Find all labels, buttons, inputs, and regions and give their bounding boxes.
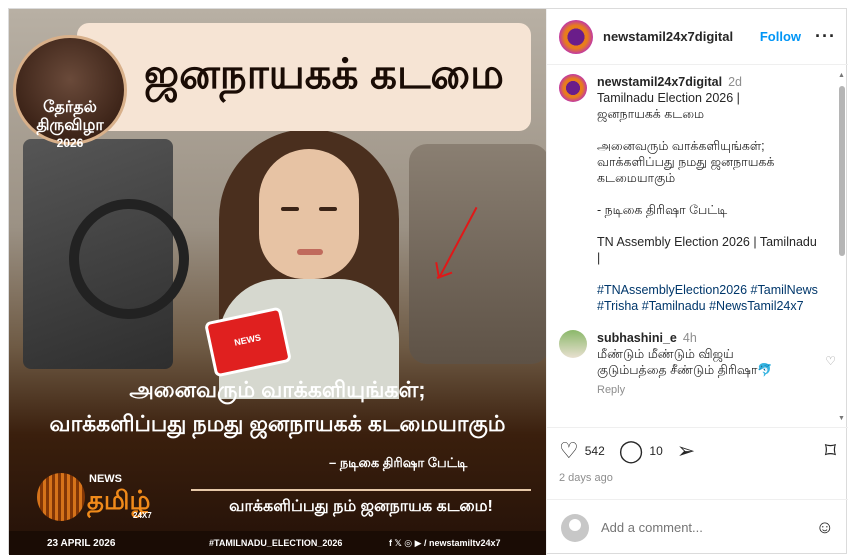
comment-input[interactable] xyxy=(601,520,816,535)
comment-icon[interactable]: ◯ xyxy=(619,440,644,462)
steering-wheel xyxy=(69,199,189,319)
news-tamil-logo: NEWS தமிழ் 24X7 xyxy=(37,469,177,525)
scrollbar[interactable]: ▲ ▼ xyxy=(838,72,846,422)
comment-count: 10 xyxy=(649,444,663,458)
quote-line-2: வாக்களிப்பது நமது ஜனநாயகக் கடமையாகும் xyxy=(49,411,506,436)
image-footer: 23 APRIL 2026 #TAMILNADU_ELECTION_2026 f… xyxy=(9,531,546,555)
bookmark-icon[interactable]: ⌑ xyxy=(825,440,836,462)
scroll-down-icon[interactable]: ▼ xyxy=(838,415,845,422)
reply-button[interactable]: Reply xyxy=(597,382,803,398)
post-age: 2 days ago xyxy=(559,472,613,484)
quote-line-1: அனைவரும் வாக்களியுங்கள்; xyxy=(129,377,426,402)
caption-hashtags[interactable]: #TNAssemblyElection2026 #TamilNews #Tris… xyxy=(597,282,823,314)
follow-button[interactable]: Follow xyxy=(760,29,801,44)
post-dialog: NEWS ஜனநாயகக் கடமை தேர்தல் திருவிழா 2026… xyxy=(8,8,848,555)
like-count[interactable]: 542 xyxy=(585,444,605,458)
caption-avatar[interactable] xyxy=(559,74,587,102)
caption-text: Tamilnadu Election 2026 | ஜனநாயகக் கடமை … xyxy=(597,91,817,265)
headline: ஜனநாயகக் கடமை xyxy=(144,50,504,97)
comment-like-icon[interactable]: ♡ xyxy=(825,354,836,398)
footer-hashtag: #TAMILNADU_ELECTION_2026 xyxy=(209,538,343,548)
car-seat xyxy=(409,144,546,364)
like-heart-icon[interactable]: ♡ xyxy=(559,440,579,462)
election-badge: தேர்தல் திருவிழா 2026 xyxy=(13,35,127,150)
caption-time: 2d xyxy=(728,75,742,89)
scroll-up-icon[interactable]: ▲ xyxy=(838,72,845,79)
avatar[interactable] xyxy=(559,19,593,54)
share-icon[interactable]: ➢ xyxy=(677,440,695,462)
caption-username[interactable]: newstamil24x7digital xyxy=(597,75,722,89)
commenter-avatar[interactable] xyxy=(559,330,587,358)
post-date: 23 APRIL 2026 xyxy=(47,537,116,549)
add-comment-bar: ☺ xyxy=(547,499,848,555)
quote-attribution: – நடிகை திரிஷா பேட்டி xyxy=(329,455,468,470)
comments-scroll-area[interactable]: newstamil24x7digital 2d Tamilnadu Electio… xyxy=(547,66,848,426)
comment-text: மீண்டும் மீண்டும் விஜய் குடும்பத்தை சீண்… xyxy=(597,347,773,377)
post-header: newstamil24x7digital Follow ··· xyxy=(547,9,848,65)
post-actions: ♡ 542 ◯ 10 ➢ ⌑ 2 days ago xyxy=(547,427,848,484)
more-options-icon[interactable]: ··· xyxy=(815,26,836,47)
emoji-icon[interactable]: ☺ xyxy=(816,517,834,538)
comment-username[interactable]: subhashini_e xyxy=(597,331,677,345)
headline-card: ஜனநாயகக் கடமை xyxy=(77,23,531,131)
post-image[interactable]: NEWS ஜனநாயகக் கடமை தேர்தல் திருவிழா 2026… xyxy=(9,9,546,555)
scrollbar-thumb[interactable] xyxy=(839,86,845,256)
user-avatar xyxy=(561,513,589,542)
globe-icon xyxy=(37,473,85,521)
caption: newstamil24x7digital 2d Tamilnadu Electio… xyxy=(547,66,848,322)
bottom-banner: வாக்களிப்பது நம் ஜனநாயக கடமை! xyxy=(191,489,531,523)
header-username[interactable]: newstamil24x7digital xyxy=(603,29,733,44)
post-sidebar: newstamil24x7digital Follow ··· newstami… xyxy=(546,9,848,555)
social-handles: f 𝕏 ◎ ▶ / newstamiltv24x7 xyxy=(389,537,501,548)
comment-item: subhashini_e 4h மீண்டும் மீண்டும் விஜய் க… xyxy=(547,322,848,406)
comment-time: 4h xyxy=(682,331,697,345)
